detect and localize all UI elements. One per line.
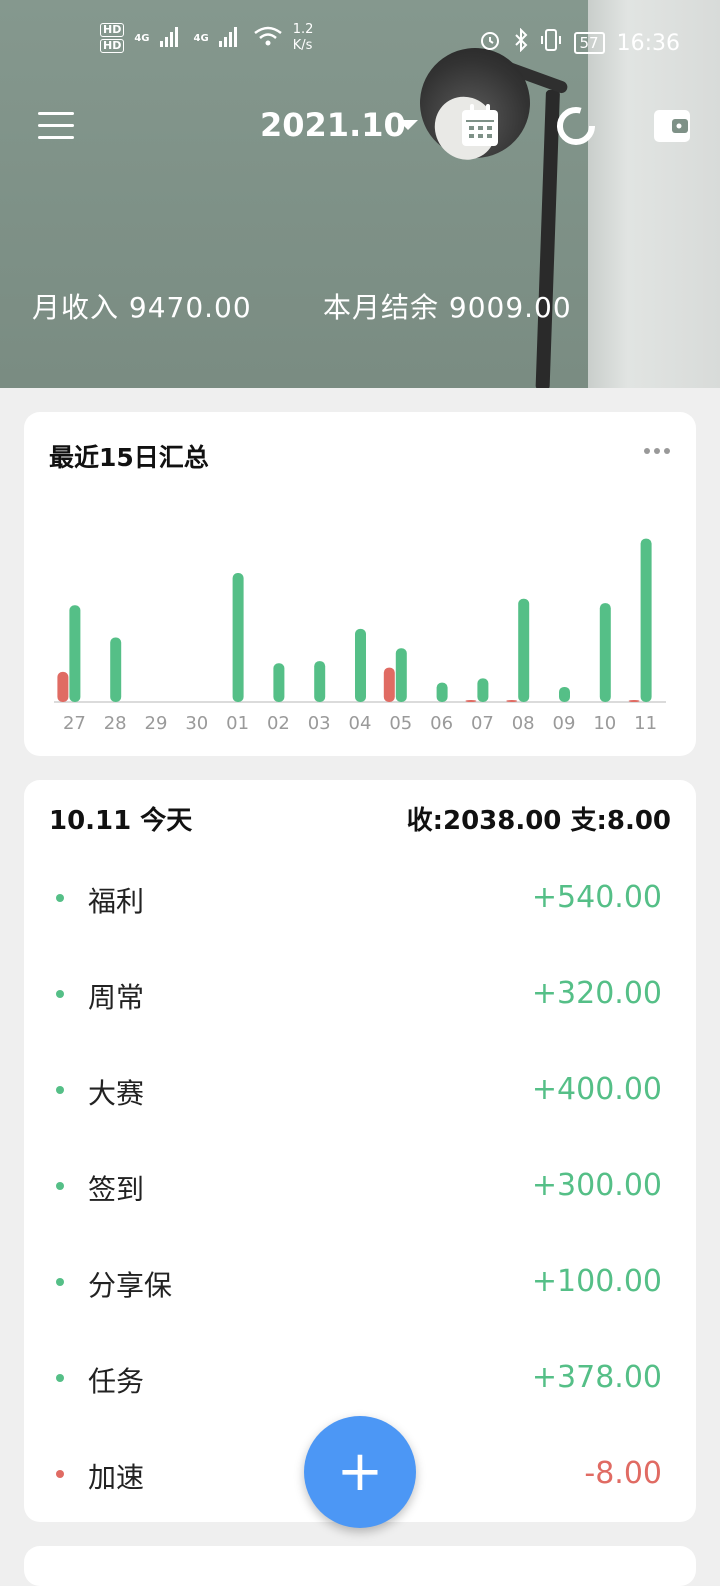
x-tick-label: 27 [63, 713, 86, 734]
day-summary: 收:2038.00 支:8.00 [406, 806, 671, 836]
income-bar [640, 538, 652, 702]
wallet-icon[interactable] [652, 106, 692, 146]
alarm-icon [478, 28, 502, 58]
income-bar [110, 637, 122, 702]
expense-bar [465, 700, 477, 702]
x-tick-label: 10 [593, 713, 616, 734]
hd-badge: HD [100, 39, 125, 53]
income-bar [314, 661, 326, 702]
add-record-button[interactable]: + [304, 1416, 416, 1528]
net-type: 4G [134, 32, 150, 44]
record-amount: +300.00 [531, 1168, 662, 1203]
calendar-icon[interactable] [460, 104, 500, 148]
day-title: 10.11 今天 [49, 806, 193, 836]
income-bar [232, 573, 244, 702]
net-type: 4G [193, 32, 209, 44]
x-tick-label: 29 [145, 713, 168, 734]
record-name: 加速 [88, 1461, 145, 1494]
bullet-dot [56, 894, 64, 902]
income-bar [477, 678, 489, 702]
record-name: 任务 [88, 1365, 145, 1398]
toolbar: 2021.10 [0, 96, 720, 156]
record-amount: +400.00 [531, 1072, 662, 1107]
x-tick-label: 04 [349, 713, 372, 734]
expense-bar [628, 700, 640, 702]
bullet-dot [56, 1470, 64, 1478]
bullet-dot [56, 1086, 64, 1094]
income-bar [559, 686, 570, 702]
bullet-dot [56, 1374, 64, 1382]
monthly-income: 月收入 9470.00 [32, 291, 252, 324]
x-tick-label: 30 [185, 713, 208, 734]
income-bar [518, 598, 530, 702]
record-amount: +378.00 [531, 1360, 662, 1395]
bar-chart: 27 28 29 30 01 02 03 04 05 06 07 08 09 10 11 [54, 538, 666, 734]
income-bar [69, 605, 81, 702]
battery-icon: 57 [573, 32, 605, 54]
x-tick-label: 09 [553, 713, 576, 734]
monthly-balance: 本月结余 9009.00 [323, 291, 572, 324]
record-row[interactable]: 福利 +540.00 [24, 850, 696, 946]
record-amount: +320.00 [531, 976, 662, 1011]
x-tick-label: 06 [430, 713, 453, 734]
menu-icon[interactable] [38, 112, 74, 140]
record-name: 福利 [88, 885, 145, 918]
record-amount: +540.00 [531, 880, 662, 915]
record-row[interactable]: 周常 +320.00 [24, 946, 696, 1042]
status-bar: HD HD 4G 4G 1.2 K/s 57 16:36 [100, 22, 680, 62]
income-bar [599, 603, 611, 702]
expense-bar [57, 671, 69, 702]
wifi-icon [253, 25, 283, 51]
chevron-down-icon[interactable] [398, 120, 418, 130]
record-name: 分享保 [88, 1269, 173, 1302]
x-tick-label: 02 [267, 713, 290, 734]
hd-badge: HD [100, 23, 125, 37]
income-bar [436, 682, 448, 702]
record-row[interactable]: 大赛 +400.00 [24, 1042, 696, 1138]
record-amount: -8.00 [584, 1456, 662, 1491]
bullet-dot [56, 990, 64, 998]
x-tick-label: 01 [226, 713, 249, 734]
statistics-icon[interactable] [554, 104, 598, 148]
month-selector[interactable]: 2021.10 [260, 106, 406, 144]
vibrate-icon [540, 28, 562, 58]
day-records-card: 10.11 今天 收:2038.00 支:8.00 福利 +540.00 周常 +32… [24, 780, 696, 1522]
x-tick-label: 28 [104, 713, 127, 734]
record-row[interactable]: 签到 +300.00 [24, 1138, 696, 1234]
record-row[interactable]: 分享保 +100.00 [24, 1234, 696, 1330]
expense-bar [506, 700, 518, 702]
chart-card: 最近15日汇总 27 28 29 30 01 02 03 04 05 06 07 08 09 10 11 [24, 412, 696, 756]
record-row[interactable]: 任务 +378.00 [24, 1330, 696, 1426]
net-speed: 1.2 [292, 22, 314, 37]
signal-icon [218, 25, 243, 51]
bullet-dot [56, 1182, 64, 1190]
x-tick-label: 07 [471, 713, 494, 734]
x-tick-label: 03 [308, 713, 331, 734]
expense-bar [383, 667, 395, 702]
x-tick-label: 05 [389, 713, 412, 734]
record-name: 大赛 [88, 1077, 145, 1110]
next-day-card [24, 1546, 696, 1586]
net-speed-unit: K/s [292, 38, 313, 53]
bluetooth-icon [514, 27, 528, 58]
x-tick-label: 08 [512, 713, 535, 734]
signal-icon [159, 25, 184, 51]
record-name: 周常 [88, 981, 145, 1014]
record-amount: +100.00 [531, 1264, 662, 1299]
income-bar [395, 648, 407, 702]
x-tick-label: 11 [634, 713, 657, 734]
income-bar [355, 628, 366, 702]
clock: 16:36 [616, 30, 680, 56]
bullet-dot [56, 1278, 64, 1286]
record-name: 签到 [88, 1173, 145, 1206]
header: HD HD 4G 4G 1.2 K/s 57 16:36 2021.10 月收入… [0, 0, 720, 388]
income-bar [273, 663, 285, 702]
